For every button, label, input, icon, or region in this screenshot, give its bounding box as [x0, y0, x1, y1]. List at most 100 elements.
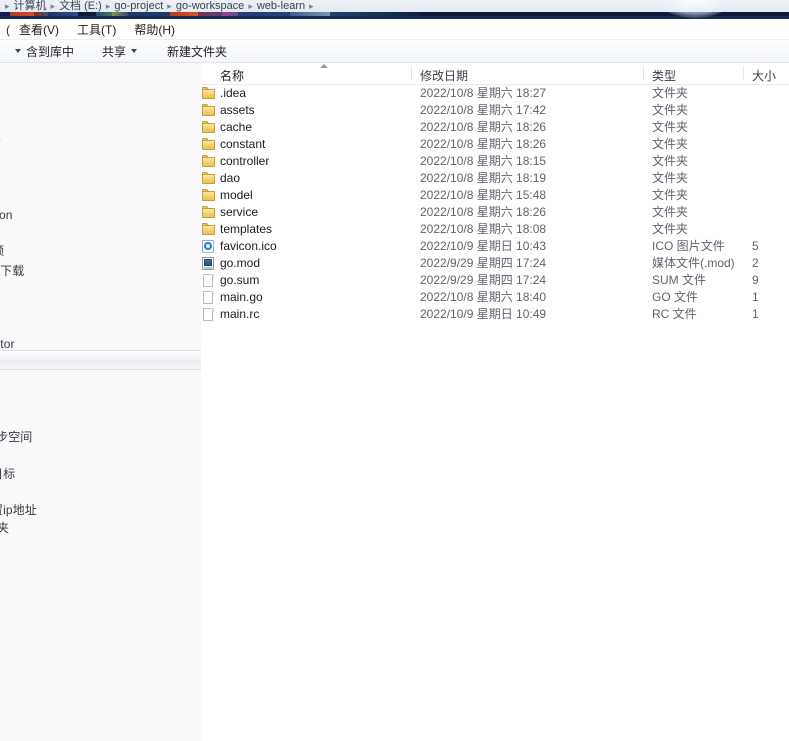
- menu-item-clipped[interactable]: ): [0, 23, 10, 37]
- background-fragment: 盘下载: [0, 262, 24, 279]
- table-row[interactable]: .idea 2022/10/8 星期六 18:27 文件夹: [201, 85, 789, 102]
- file-date: 2022/10/8 星期六 18:26: [420, 205, 546, 220]
- background-fragment: 夹: [0, 519, 9, 536]
- chevron-right-icon[interactable]: ▸: [48, 0, 59, 12]
- column-header-name[interactable]: 名称: [220, 67, 244, 84]
- file-type: 文件夹: [652, 188, 688, 203]
- file-size: 2: [752, 256, 759, 271]
- file-type: ICO 图片文件: [652, 239, 725, 254]
- table-row[interactable]: controller 2022/10/8 星期六 18:15 文件夹: [201, 153, 789, 170]
- chevron-right-icon[interactable]: ▸: [306, 0, 317, 12]
- include-in-library-label: 含到库中: [26, 43, 74, 60]
- file-type: 文件夹: [652, 154, 688, 169]
- file-date: 2022/9/29 星期四 17:24: [420, 256, 546, 271]
- file-name: main.rc: [220, 307, 259, 322]
- chevron-down-icon: [131, 49, 137, 53]
- table-row[interactable]: constant 2022/10/8 星期六 18:26 文件夹: [201, 136, 789, 153]
- table-row[interactable]: service 2022/10/8 星期六 18:26 文件夹: [201, 204, 789, 221]
- breadcrumb-item-go-workspace[interactable]: go-workspace: [175, 0, 245, 12]
- background-fragment: rsion: [0, 208, 13, 222]
- background-fragment: 同步空间: [0, 428, 32, 445]
- file-type: 媒体文件(.mod): [652, 256, 735, 271]
- table-row[interactable]: dao 2022/10/8 星期六 18:19 文件夹: [201, 170, 789, 187]
- media-file-icon: [201, 256, 216, 270]
- table-row[interactable]: main.go 2022/10/8 星期六 18:40 GO 文件 1: [201, 289, 789, 306]
- chevron-right-icon[interactable]: ▸: [245, 0, 256, 12]
- background-fragment: 置ip地址: [0, 501, 37, 518]
- new-folder-button[interactable]: 新建文件夹: [159, 41, 235, 62]
- folder-icon: [201, 205, 216, 219]
- chevron-right-icon: ▸: [2, 0, 13, 12]
- column-header-row: 名称 修改日期 类型 大小: [201, 63, 789, 85]
- file-date: 2022/10/8 星期六 18:26: [420, 120, 546, 135]
- file-date: 2022/10/9 星期日 10:49: [420, 307, 546, 322]
- folder-icon: [201, 86, 216, 100]
- file-type: 文件夹: [652, 103, 688, 118]
- ico-file-icon: [201, 239, 216, 253]
- breadcrumb-item-go-project[interactable]: go-project: [113, 0, 164, 12]
- breadcrumb-item-documents-e[interactable]: 文档 (E:): [58, 0, 103, 12]
- table-row[interactable]: go.mod 2022/9/29 星期四 17:24 媒体文件(.mod) 2: [201, 255, 789, 272]
- table-row[interactable]: model 2022/10/8 星期六 15:48 文件夹: [201, 187, 789, 204]
- address-bar[interactable]: ▸ 计算机 ▸ 文档 (E:) ▸ go-project ▸ go-worksp…: [0, 0, 789, 12]
- file-name: service: [220, 205, 258, 220]
- file-type: 文件夹: [652, 137, 688, 152]
- share-label: 共享: [102, 43, 126, 60]
- file-date: 2022/10/8 星期六 18:40: [420, 290, 546, 305]
- file-date: 2022/10/8 星期六 18:15: [420, 154, 546, 169]
- file-type: RC 文件: [652, 307, 697, 322]
- file-name: model: [220, 188, 253, 203]
- file-size: 9: [752, 273, 759, 288]
- include-in-library-button[interactable]: 含到库中: [0, 41, 82, 62]
- background-window-highlighted-row[interactable]: [0, 350, 202, 370]
- column-header-type[interactable]: 类型: [652, 67, 676, 84]
- file-name: go.sum: [220, 273, 259, 288]
- column-header-size[interactable]: 大小: [752, 67, 776, 84]
- file-date: 2022/10/8 星期六 18:19: [420, 171, 546, 186]
- folder-icon: [201, 188, 216, 202]
- table-row[interactable]: go.sum 2022/9/29 星期四 17:24 SUM 文件 9: [201, 272, 789, 289]
- table-row[interactable]: cache 2022/10/8 星期六 18:26 文件夹: [201, 119, 789, 136]
- chevron-down-icon: [15, 49, 21, 53]
- file-type: 文件夹: [652, 86, 688, 101]
- file-name: go.mod: [220, 256, 260, 271]
- file-date: 2022/10/8 星期六 15:48: [420, 188, 546, 203]
- file-date: 2022/10/8 星期六 17:42: [420, 103, 546, 118]
- file-size: 5: [752, 239, 759, 254]
- file-list: .idea 2022/10/8 星期六 18:27 文件夹 assets 202…: [201, 85, 789, 323]
- chevron-right-icon[interactable]: ▸: [164, 0, 175, 12]
- background-fragment: 频: [0, 242, 4, 259]
- column-divider[interactable]: [411, 66, 412, 81]
- background-fragment: trator: [0, 337, 15, 351]
- menu-item-help[interactable]: 帮助(H): [125, 19, 184, 40]
- chevron-right-icon[interactable]: ▸: [103, 0, 114, 12]
- sort-ascending-icon: [319, 63, 328, 68]
- file-name: .idea: [220, 86, 246, 101]
- file-type: SUM 文件: [652, 273, 706, 288]
- column-divider[interactable]: [743, 66, 744, 81]
- column-header-date-modified[interactable]: 修改日期: [420, 67, 468, 84]
- file-list-pane: 名称 修改日期 类型 大小 .idea 2022/10/8 星期六 18:27 …: [201, 63, 789, 741]
- table-row[interactable]: main.rc 2022/10/9 星期日 10:49 RC 文件 1: [201, 306, 789, 323]
- share-button[interactable]: 共享: [94, 41, 145, 62]
- toolbar: 含到库中 共享 新建文件夹: [0, 40, 789, 63]
- folder-icon: [201, 171, 216, 185]
- background-fragment: 目标: [0, 465, 15, 482]
- file-size: 1: [752, 290, 759, 305]
- menu-item-tools[interactable]: 工具(T): [68, 19, 125, 40]
- document-icon: [201, 307, 216, 321]
- file-date: 2022/10/8 星期六 18:27: [420, 86, 546, 101]
- file-type: 文件夹: [652, 205, 688, 220]
- file-type: GO 文件: [652, 290, 698, 305]
- column-divider[interactable]: [643, 66, 644, 81]
- breadcrumb-item-computer[interactable]: 计算机: [13, 0, 48, 12]
- file-date: 2022/10/8 星期六 18:26: [420, 137, 546, 152]
- table-row[interactable]: favicon.ico 2022/10/9 星期日 10:43 ICO 图片文件…: [201, 238, 789, 255]
- menu-item-view[interactable]: 查看(V): [10, 19, 68, 40]
- file-type: 文件夹: [652, 222, 688, 237]
- table-row[interactable]: assets 2022/10/8 星期六 17:42 文件夹: [201, 102, 789, 119]
- breadcrumb-item-web-learn[interactable]: web-learn: [256, 0, 306, 12]
- table-row[interactable]: templates 2022/10/8 星期六 18:08 文件夹: [201, 221, 789, 238]
- file-date: 2022/10/8 星期六 18:08: [420, 222, 546, 237]
- file-name: cache: [220, 120, 252, 135]
